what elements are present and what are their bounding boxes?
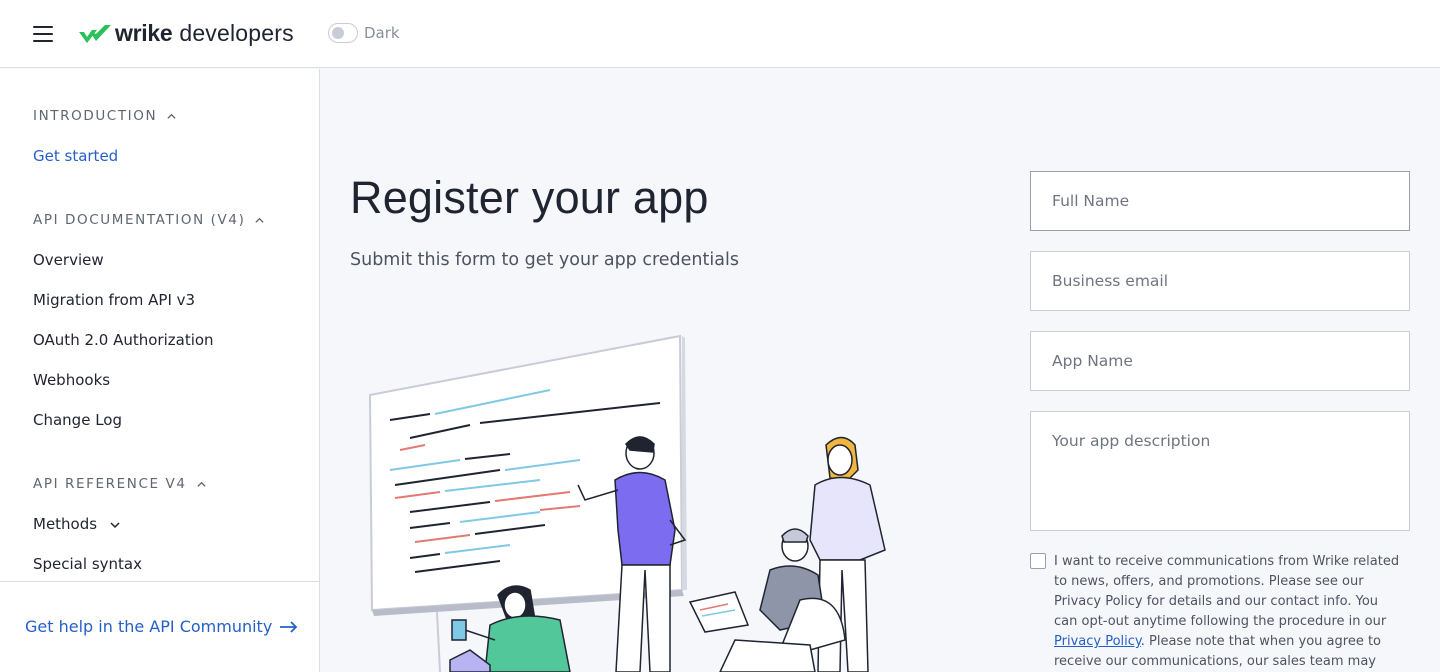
- chevron-up-icon: [255, 217, 265, 223]
- api-community-link[interactable]: Get help in the API Community: [25, 617, 298, 636]
- consent-text-before: I want to receive communications from Wr…: [1054, 554, 1400, 629]
- section-title: API REFERENCE V4: [33, 476, 187, 492]
- sidebar-item-oauth[interactable]: OAuth 2.0 Authorization: [33, 331, 214, 349]
- sidebar-item-migration[interactable]: Migration from API v3: [33, 291, 195, 309]
- logo-product-text: developers: [179, 20, 294, 46]
- sidebar-item-label: Methods: [33, 515, 98, 533]
- dark-mode-label: Dark: [364, 24, 400, 42]
- section-title: API DOCUMENTATION (V4): [33, 212, 246, 228]
- arrow-right-icon: [280, 620, 298, 633]
- consent-checkbox[interactable]: [1030, 553, 1046, 569]
- dark-mode-toggle[interactable]: Dark: [328, 23, 400, 43]
- wrike-checkmark-icon: [79, 24, 111, 43]
- api-community-link-label: Get help in the API Community: [25, 617, 273, 636]
- sidebar-item-special-syntax[interactable]: Special syntax: [33, 555, 142, 573]
- page-title: Register your app: [350, 172, 709, 223]
- marketing-consent: I want to receive communications from Wr…: [1030, 552, 1410, 672]
- section-api-documentation[interactable]: API DOCUMENTATION (V4): [33, 212, 265, 228]
- sidebar-item-change-log[interactable]: Change Log: [33, 411, 122, 429]
- section-api-reference[interactable]: API REFERENCE V4: [33, 476, 206, 492]
- wrike-developers-logo[interactable]: wrike developers: [78, 20, 294, 47]
- chevron-up-icon: [196, 481, 206, 487]
- section-introduction[interactable]: INTRODUCTION: [33, 108, 176, 124]
- top-header: wrike developers Dark: [0, 0, 1440, 68]
- chevron-down-icon: [110, 521, 120, 528]
- sidebar-item-overview[interactable]: Overview: [33, 251, 104, 269]
- sidebar: INTRODUCTION Get started API DOCUMENTATI…: [0, 69, 320, 672]
- app-name-input[interactable]: [1030, 331, 1410, 391]
- sidebar-footer: Get help in the API Community: [0, 581, 319, 672]
- business-email-input[interactable]: [1030, 251, 1410, 311]
- sidebar-item-methods[interactable]: Methods: [33, 515, 120, 533]
- sidebar-item-webhooks[interactable]: Webhooks: [33, 371, 110, 389]
- logo-brand-text: wrike: [115, 20, 173, 46]
- full-name-input[interactable]: [1030, 171, 1410, 231]
- toggle-switch[interactable]: [328, 23, 358, 43]
- hamburger-menu-icon[interactable]: [33, 26, 53, 42]
- page-subtitle: Submit this form to get your app credent…: [350, 250, 739, 270]
- privacy-policy-link[interactable]: Privacy Policy: [1054, 634, 1141, 649]
- sidebar-item-get-started[interactable]: Get started: [33, 147, 118, 165]
- chevron-up-icon: [167, 113, 176, 119]
- section-title: INTRODUCTION: [33, 108, 158, 124]
- consent-text: I want to receive communications from Wr…: [1054, 552, 1400, 672]
- app-description-textarea[interactable]: [1030, 411, 1410, 531]
- developers-illustration: [368, 334, 886, 672]
